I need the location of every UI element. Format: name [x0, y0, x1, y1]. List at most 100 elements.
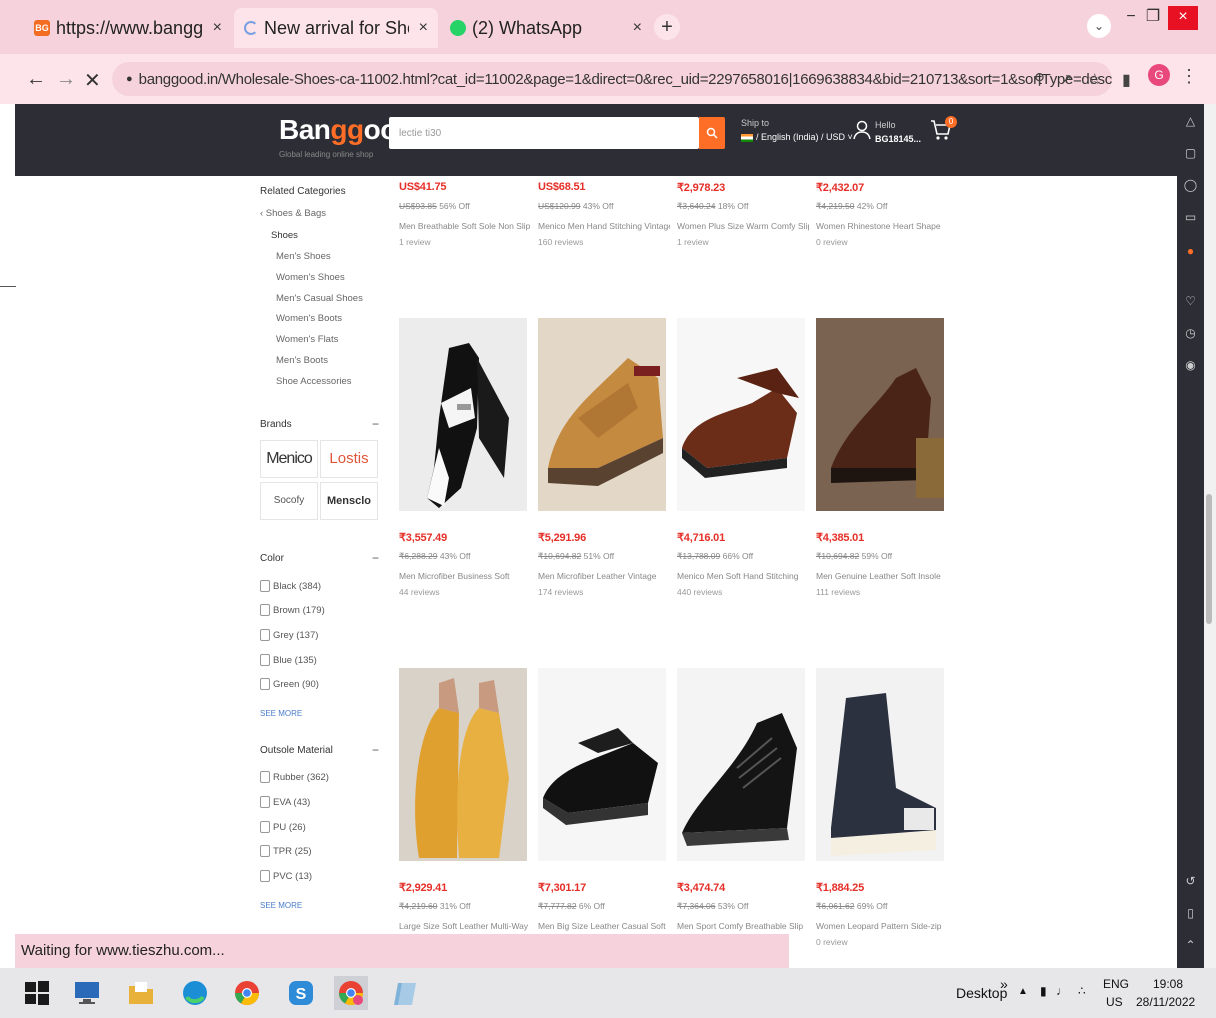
collapse-brands-icon[interactable]: −: [372, 417, 379, 431]
battery-icon[interactable]: ▮: [1040, 984, 1047, 998]
category-link[interactable]: Men's Casual Shoes: [276, 293, 363, 304]
bag-icon[interactable]: ▢: [1177, 146, 1204, 160]
clock-date[interactable]: 28/11/2022: [1136, 995, 1195, 1009]
outsole-filter-checkbox[interactable]: TPR (25): [260, 845, 312, 857]
product-reviews[interactable]: 0 review: [816, 237, 848, 247]
category-link[interactable]: Women's Shoes: [276, 272, 345, 283]
close-tab-icon[interactable]: ×: [409, 19, 428, 37]
product-name[interactable]: Men Microfiber Business Soft: [399, 571, 531, 581]
this-pc-icon[interactable]: [70, 976, 104, 1010]
chrome-menu-icon[interactable]: ⋮: [1180, 66, 1198, 87]
product-name[interactable]: Men Genuine Leather Soft Insole: [816, 571, 948, 581]
category-link[interactable]: Men's Boots: [276, 355, 328, 366]
network-icon[interactable]: ∴: [1078, 984, 1086, 998]
user-icon[interactable]: [853, 120, 873, 144]
tab-banggood[interactable]: BG https://www.banggood.in ×: [24, 8, 232, 48]
product-image[interactable]: [677, 668, 805, 861]
brand-menico[interactable]: Menico: [260, 440, 318, 478]
clock-time[interactable]: 19:08: [1153, 977, 1183, 991]
app-icon[interactable]: ▯: [1177, 906, 1204, 920]
skype-icon[interactable]: S: [284, 976, 318, 1010]
store-icon[interactable]: △: [1177, 114, 1204, 128]
forward-icon[interactable]: →: [56, 68, 76, 91]
volume-icon[interactable]: ♩: [1056, 984, 1068, 998]
see-more-outsole-link[interactable]: SEE MORE: [260, 901, 302, 910]
side-panel-icon[interactable]: ▮: [1122, 70, 1131, 90]
product-reviews[interactable]: 440 reviews: [677, 587, 722, 597]
product-name[interactable]: Men Big Size Leather Casual Soft: [538, 921, 670, 931]
outsole-filter-checkbox[interactable]: EVA (43): [260, 796, 310, 808]
zoom-icon[interactable]: ⚲: [1034, 70, 1045, 88]
color-filter-checkbox[interactable]: Grey (137): [260, 629, 318, 641]
product-image[interactable]: [677, 318, 805, 511]
color-filter-checkbox[interactable]: Blue (135): [260, 654, 317, 666]
color-filter-checkbox[interactable]: Green (90): [260, 678, 319, 690]
collapse-color-icon[interactable]: −: [372, 551, 379, 565]
card-icon[interactable]: ▭: [1177, 210, 1204, 224]
show-hidden-icons-icon[interactable]: ▲: [1018, 986, 1028, 997]
restore-window-button[interactable]: ❐: [1138, 6, 1168, 30]
new-tab-button[interactable]: +: [654, 14, 680, 40]
history-icon[interactable]: ◷: [1177, 326, 1204, 340]
back-to-top-icon[interactable]: ⌃: [1177, 938, 1204, 952]
tab-search-icon[interactable]: ⌄: [1087, 14, 1111, 38]
product-name[interactable]: Men Breathable Soft Sole Non Slip: [399, 221, 531, 231]
user-id[interactable]: BG18145...: [875, 134, 921, 144]
color-filter-checkbox[interactable]: Brown (179): [260, 604, 325, 616]
see-more-colors-link[interactable]: SEE MORE: [260, 709, 302, 718]
product-image[interactable]: [816, 668, 944, 861]
url-bar[interactable]: ● banggood.in/Wholesale-Shoes-ca-11002.h…: [112, 62, 1112, 96]
stop-loading-icon[interactable]: ✕: [84, 68, 101, 93]
product-name[interactable]: Women Rhinestone Heart Shape: [816, 221, 948, 231]
product-image[interactable]: [399, 318, 527, 511]
product-reviews[interactable]: 160 reviews: [538, 237, 583, 247]
category-link[interactable]: Men's Shoes: [276, 251, 331, 262]
toolbar-chevron-icon[interactable]: »: [1000, 976, 1008, 992]
product-name[interactable]: Men Sport Comfy Breathable Slip: [677, 921, 809, 931]
brand-lostis[interactable]: Lostis: [320, 440, 378, 478]
category-link[interactable]: Women's Flats: [276, 334, 338, 345]
parent-category-link[interactable]: ‹ Shoes & Bags: [260, 208, 326, 219]
product-reviews[interactable]: 1 review: [399, 237, 431, 247]
search-button[interactable]: [699, 117, 725, 149]
color-filter-checkbox[interactable]: Black (384): [260, 580, 321, 592]
collapse-outsole-icon[interactable]: −: [372, 743, 379, 757]
category-link[interactable]: Shoe Accessories: [276, 376, 352, 387]
coin-icon[interactable]: ◯: [1177, 178, 1204, 192]
outsole-filter-checkbox[interactable]: PU (26): [260, 821, 306, 833]
notepad-icon[interactable]: [388, 976, 422, 1010]
product-image[interactable]: [399, 668, 527, 861]
locale-selector[interactable]: / English (India) / USD ˅: [741, 132, 853, 142]
chrome-profile-icon[interactable]: [334, 976, 368, 1010]
tab-whatsapp[interactable]: (2) WhatsApp ×: [440, 8, 652, 48]
input-region[interactable]: US: [1106, 995, 1123, 1009]
search-input[interactable]: lectie ti30: [389, 117, 699, 149]
close-tab-icon[interactable]: ×: [623, 19, 642, 37]
product-reviews[interactable]: 111 reviews: [816, 587, 860, 597]
cart-side-icon[interactable]: ●: [1177, 244, 1204, 258]
wishlist-icon[interactable]: ♡: [1177, 294, 1204, 308]
product-reviews[interactable]: 0 review: [816, 937, 848, 947]
chrome-icon[interactable]: [230, 976, 264, 1010]
edge-browser-icon[interactable]: [178, 976, 212, 1010]
back-icon[interactable]: ←: [26, 68, 46, 91]
service-icon[interactable]: ↺: [1177, 874, 1204, 888]
product-name[interactable]: Women Leopard Pattern Side-zip: [816, 921, 948, 931]
product-name[interactable]: Men Microfiber Leather Vintage: [538, 571, 670, 581]
windows-start-icon[interactable]: [20, 976, 54, 1010]
product-name[interactable]: Women Plus Size Warm Comfy Slip: [677, 221, 809, 231]
profile-avatar[interactable]: G: [1148, 64, 1170, 86]
product-name[interactable]: Menico Men Hand Stitching Vintage: [538, 221, 670, 231]
outsole-filter-checkbox[interactable]: Rubber (362): [260, 771, 329, 783]
bookmark-star-icon[interactable]: ☆: [1088, 70, 1101, 88]
outsole-filter-checkbox[interactable]: PVC (13): [260, 870, 312, 882]
category-link[interactable]: Women's Boots: [276, 313, 342, 324]
product-image[interactable]: [538, 318, 666, 511]
share-icon[interactable]: ↗: [1060, 70, 1073, 88]
scrollbar-thumb[interactable]: [1206, 494, 1212, 624]
brand-socofy[interactable]: Socofy: [260, 482, 318, 520]
close-tab-icon[interactable]: ×: [203, 19, 222, 37]
close-window-button[interactable]: ×: [1168, 6, 1198, 30]
product-reviews[interactable]: 1 review: [677, 237, 709, 247]
product-image[interactable]: [816, 318, 944, 511]
